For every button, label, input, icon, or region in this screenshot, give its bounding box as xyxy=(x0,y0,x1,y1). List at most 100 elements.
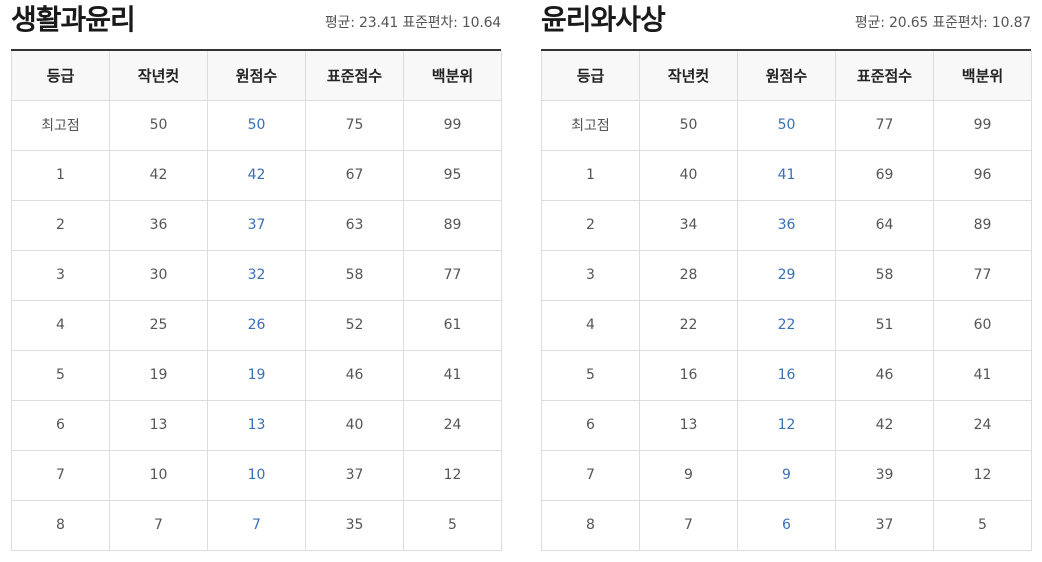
cell-raw-score: 12 xyxy=(737,399,836,451)
page: 생활과윤리 평균: 23.41 표준편차: 10.64 등급 작년컷 원점수 표… xyxy=(0,0,1042,562)
table-row: 6 13 12 42 24 xyxy=(541,399,1032,451)
subject-title: 생활과윤리 xyxy=(11,3,136,36)
col-header-raw-score: 원점수 xyxy=(737,51,836,101)
cell-raw-score: 42 xyxy=(207,149,306,201)
cell-percentile: 12 xyxy=(933,449,1032,501)
cell-raw-score: 22 xyxy=(737,299,836,351)
cell-standard-score: 42 xyxy=(835,399,934,451)
cell-percentile: 96 xyxy=(933,149,1032,201)
cell-last-year-cut: 34 xyxy=(639,199,738,251)
cell-raw-score: 13 xyxy=(207,399,306,451)
table-row: 2 36 37 63 89 xyxy=(11,199,502,251)
cell-percentile: 24 xyxy=(933,399,1032,451)
col-header-grade: 등급 xyxy=(541,51,640,101)
cell-last-year-cut: 13 xyxy=(639,399,738,451)
table-row: 7 9 9 39 12 xyxy=(541,449,1032,501)
table-row: 4 22 22 51 60 xyxy=(541,299,1032,351)
col-header-standard-score: 표준점수 xyxy=(835,51,934,101)
panel-header: 생활과윤리 평균: 23.41 표준편차: 10.64 xyxy=(11,0,501,51)
grade-cut-table: 등급 작년컷 원점수 표준점수 백분위 최고점 50 50 77 99 1 40 41 69 96… xyxy=(541,51,1032,551)
cell-raw-score: 29 xyxy=(737,249,836,301)
cell-percentile: 12 xyxy=(403,449,502,501)
cell-last-year-cut: 28 xyxy=(639,249,738,301)
subject-title: 윤리와사상 xyxy=(541,3,666,36)
table-row: 최고점 50 50 75 99 xyxy=(11,99,502,151)
cell-standard-score: 46 xyxy=(305,349,404,401)
cell-last-year-cut: 30 xyxy=(109,249,208,301)
cell-raw-score: 7 xyxy=(207,499,306,551)
cell-grade: 1 xyxy=(11,149,110,201)
cell-last-year-cut: 10 xyxy=(109,449,208,501)
cell-grade: 4 xyxy=(541,299,640,351)
col-header-standard-score: 표준점수 xyxy=(305,51,404,101)
cell-standard-score: 37 xyxy=(305,449,404,501)
cell-grade: 3 xyxy=(11,249,110,301)
col-header-percentile: 백분위 xyxy=(403,51,502,101)
mean-label: 평균: xyxy=(324,15,355,31)
cell-raw-score: 36 xyxy=(737,199,836,251)
cell-grade: 6 xyxy=(11,399,110,451)
cell-standard-score: 69 xyxy=(835,149,934,201)
cell-standard-score: 52 xyxy=(305,299,404,351)
col-header-percentile: 백분위 xyxy=(933,51,1032,101)
table-row: 4 25 26 52 61 xyxy=(11,299,502,351)
cell-grade: 6 xyxy=(541,399,640,451)
cell-grade: 5 xyxy=(541,349,640,401)
cell-standard-score: 39 xyxy=(835,449,934,501)
cell-percentile: 77 xyxy=(933,249,1032,301)
cell-grade: 7 xyxy=(541,449,640,501)
table-row: 최고점 50 50 77 99 xyxy=(541,99,1032,151)
cell-standard-score: 58 xyxy=(835,249,934,301)
cell-raw-score: 6 xyxy=(737,499,836,551)
cell-last-year-cut: 7 xyxy=(109,499,208,551)
cell-grade: 5 xyxy=(11,349,110,401)
table-row: 3 30 32 58 77 xyxy=(11,249,502,301)
cell-last-year-cut: 13 xyxy=(109,399,208,451)
cell-percentile: 99 xyxy=(933,99,1032,151)
cell-grade: 2 xyxy=(541,199,640,251)
cell-percentile: 89 xyxy=(933,199,1032,251)
col-header-last-year-cut: 작년컷 xyxy=(639,51,738,101)
cell-last-year-cut: 22 xyxy=(639,299,738,351)
cell-percentile: 89 xyxy=(403,199,502,251)
table-row: 1 40 41 69 96 xyxy=(541,149,1032,201)
table-row: 6 13 13 40 24 xyxy=(11,399,502,451)
cell-raw-score: 50 xyxy=(207,99,306,151)
cell-percentile: 41 xyxy=(403,349,502,401)
cell-last-year-cut: 9 xyxy=(639,449,738,501)
cell-percentile: 60 xyxy=(933,299,1032,351)
cell-standard-score: 63 xyxy=(305,199,404,251)
mean-label: 평균: xyxy=(854,15,885,31)
cell-raw-score: 19 xyxy=(207,349,306,401)
mean-value: 20.65 xyxy=(889,15,929,31)
cell-standard-score: 51 xyxy=(835,299,934,351)
cell-raw-score: 10 xyxy=(207,449,306,501)
mean-value: 23.41 xyxy=(359,15,399,31)
cell-last-year-cut: 42 xyxy=(109,149,208,201)
cell-standard-score: 46 xyxy=(835,349,934,401)
cell-percentile: 61 xyxy=(403,299,502,351)
table-header-row: 등급 작년컷 원점수 표준점수 백분위 xyxy=(11,51,502,101)
cell-grade: 최고점 xyxy=(541,99,640,151)
grade-panel-life-ethics: 생활과윤리 평균: 23.41 표준편차: 10.64 등급 작년컷 원점수 표… xyxy=(11,0,502,551)
table-row: 8 7 7 35 5 xyxy=(11,499,502,551)
cell-raw-score: 16 xyxy=(737,349,836,401)
cell-percentile: 99 xyxy=(403,99,502,151)
cell-raw-score: 50 xyxy=(737,99,836,151)
cell-raw-score: 9 xyxy=(737,449,836,501)
cell-percentile: 41 xyxy=(933,349,1032,401)
cell-percentile: 95 xyxy=(403,149,502,201)
cell-percentile: 77 xyxy=(403,249,502,301)
sd-value: 10.87 xyxy=(991,15,1031,31)
score-stats: 평균: 23.41 표준편차: 10.64 xyxy=(325,13,501,33)
cell-grade: 8 xyxy=(541,499,640,551)
sd-label: 표준편차: xyxy=(402,15,458,31)
panel-header: 윤리와사상 평균: 20.65 표준편차: 10.87 xyxy=(541,0,1031,51)
table-row: 7 10 10 37 12 xyxy=(11,449,502,501)
cell-last-year-cut: 50 xyxy=(109,99,208,151)
cell-standard-score: 40 xyxy=(305,399,404,451)
cell-last-year-cut: 36 xyxy=(109,199,208,251)
table-row: 3 28 29 58 77 xyxy=(541,249,1032,301)
table-row: 2 34 36 64 89 xyxy=(541,199,1032,251)
cell-standard-score: 75 xyxy=(305,99,404,151)
